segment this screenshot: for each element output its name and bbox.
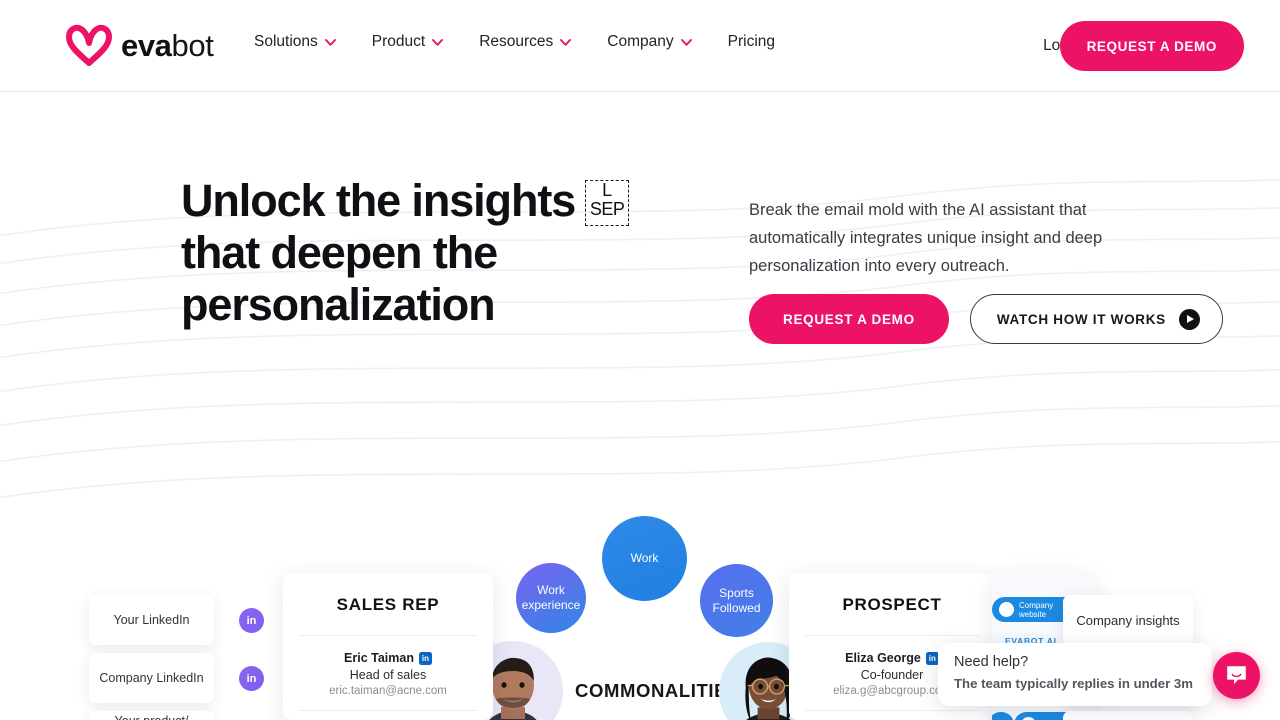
site-header: evabot Solutions Product Resources Compa… (0, 0, 1280, 92)
nav-label-company: Company (607, 33, 674, 50)
header-request-demo-button[interactable]: REQUEST A DEMO (1059, 21, 1244, 71)
input-card-label: Your product/ services description (97, 713, 206, 720)
sep-glyph-top: L (602, 180, 613, 200)
bubble-work-experience: Work experience (516, 563, 586, 633)
hero-section: Unlock the insights L SEP that deepen the … (0, 92, 1280, 720)
hero-request-demo-button[interactable]: REQUEST A DEMO (749, 294, 949, 344)
chat-prompt-card[interactable]: Need help? The team typically replies in… (938, 643, 1212, 706)
brand-name-light: bot (171, 27, 214, 63)
chat-launcher-button[interactable] (1213, 652, 1260, 699)
nav-item-resources[interactable]: Resources (479, 33, 572, 51)
divider (299, 635, 477, 636)
watch-how-it-works-button[interactable]: WATCH HOW IT WORKS (969, 294, 1223, 344)
brand-wordmark: evabot (121, 27, 214, 63)
nav-label-solutions: Solutions (254, 33, 318, 50)
insight-card-company-insights[interactable]: Company insights (1063, 595, 1193, 646)
insight-card-professional[interactable]: Professional (1063, 711, 1193, 720)
commonalities-label: COMMONALITIES (575, 680, 741, 701)
nav-item-company[interactable]: Company (607, 33, 692, 51)
sales-rep-email: eric.taiman@acne.com (329, 685, 447, 697)
prospect-name: Eliza George (845, 651, 921, 665)
bubble-label: Sports Followed (712, 585, 761, 615)
divider (805, 635, 979, 636)
input-card-your-linkedin[interactable]: Your LinkedIn (89, 595, 214, 645)
heart-logo-icon (66, 24, 112, 66)
prospect-card-title: PROSPECT (842, 595, 942, 614)
hero-action-group: REQUEST A DEMO WATCH HOW IT WORKS (749, 294, 1223, 344)
page-title: Unlock the insights L SEP that deepen the … (181, 175, 701, 331)
hero-subtitle: Break the email mold with the AI assista… (749, 201, 1103, 275)
chevron-down-icon (324, 38, 336, 46)
input-card-company-linkedin[interactable]: Company LinkedIn (89, 653, 214, 703)
sep-glyph-bottom: SEP (589, 199, 625, 219)
chat-prompt-subtitle: The team typically replies in under 3m (954, 676, 1193, 691)
divider (805, 710, 979, 711)
brand-logo[interactable]: evabot (66, 24, 214, 66)
input-card-label: Company LinkedIn (99, 671, 204, 685)
page-root: evabot Solutions Product Resources Compa… (0, 0, 1280, 720)
sales-rep-card: SALES REP Eric Taiman in Head of sales e… (283, 573, 493, 720)
main-navigation: Solutions Product Resources Company Pric… (254, 33, 775, 51)
divider (299, 710, 477, 711)
line-separator-glyph-icon: L SEP (585, 180, 630, 226)
nav-item-pricing[interactable]: Pricing (728, 33, 775, 51)
chat-prompt-title: Need help? (954, 654, 1029, 670)
nav-label-resources: Resources (479, 33, 554, 50)
sales-rep-card-title: SALES REP (336, 595, 440, 614)
nav-label-product: Product (371, 33, 426, 50)
badge-label: in (246, 614, 257, 627)
input-card-product-description[interactable]: Your product/ services description (89, 711, 214, 720)
nav-item-product[interactable]: Product (371, 33, 444, 51)
hero-title-line-2: that deepen the (181, 227, 498, 278)
bubble-sports-followed: Sports Followed (700, 564, 773, 637)
watch-button-label: WATCH HOW IT WORKS (996, 311, 1166, 327)
play-icon (1178, 308, 1200, 330)
linkedin-icon[interactable]: in (418, 651, 432, 665)
hero-title-line-3: personalization (181, 279, 496, 330)
nav-item-solutions[interactable]: Solutions (254, 33, 336, 51)
nav-label-pricing: Pricing (727, 33, 776, 50)
sales-rep-role: Head of sales (349, 668, 427, 682)
chip-icon (999, 602, 1014, 617)
bubble-label: Work experience (521, 583, 581, 612)
chat-bubble-icon (1227, 666, 1246, 684)
linkedin-badge-icon: in (239, 666, 264, 691)
linkedin-badge-icon: in (239, 608, 264, 633)
chevron-down-icon (560, 38, 572, 46)
badge-label: in (246, 672, 257, 685)
bubble-label: Work (630, 551, 659, 565)
hero-title-line-1: Unlock the insights (181, 175, 576, 226)
chevron-down-icon (680, 38, 692, 46)
insight-card-label: Company insights (1076, 613, 1180, 628)
input-card-label: Your LinkedIn (113, 613, 190, 627)
bubble-work: Work (602, 516, 687, 601)
brand-name-bold: eva (121, 27, 172, 63)
chevron-down-icon (432, 38, 444, 46)
sales-rep-name: Eric Taiman (344, 651, 414, 665)
source-chip-blank-2 (992, 712, 1014, 720)
linkedin-icon[interactable]: in (925, 651, 939, 665)
sales-rep-name-row: Eric Taiman in (283, 651, 493, 665)
